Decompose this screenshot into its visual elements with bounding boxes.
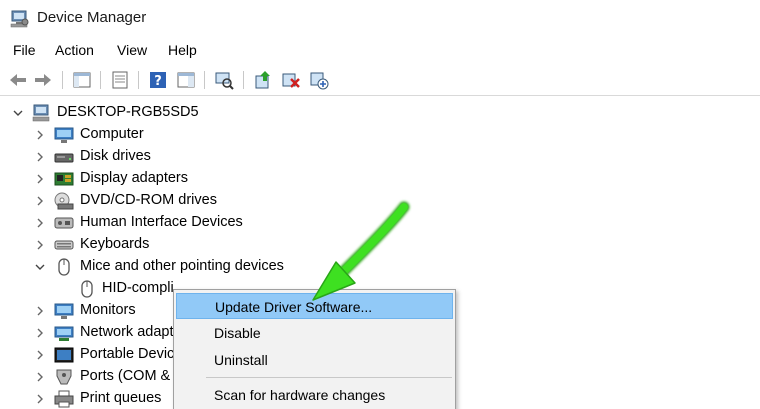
chevron-right-icon[interactable] [34,128,46,140]
show-hide-console-tree-icon[interactable] [72,70,92,90]
chevron-right-icon[interactable] [34,194,46,206]
help-icon[interactable]: ? [148,70,168,90]
menu-separator [206,377,452,378]
update-driver-icon[interactable] [253,70,273,90]
tree-item-label: Network adapt [80,324,174,340]
menu-action[interactable]: Action [55,42,94,58]
forward-icon[interactable] [33,70,53,90]
menu-view[interactable]: View [117,42,147,58]
svg-text:?: ? [154,74,162,89]
menu-item-scan-hardware[interactable]: Scan for hardware changes [176,382,453,408]
menu-item-disable[interactable]: Disable [176,320,453,346]
window-title: Device Manager [37,9,147,26]
toolbar-separator [138,71,139,89]
computer-icon [32,104,50,122]
tree-item-disk-drives[interactable]: Disk drives [0,146,760,168]
tree-item-dvd-drives[interactable]: DVD/CD-ROM drives [0,190,760,212]
tree-item-keyboards[interactable]: Keyboards [0,234,760,256]
tree-item-label: HID-compli [102,280,174,296]
dvd-drive-icon [54,192,74,210]
chevron-down-icon[interactable] [34,260,46,272]
device-manager-icon [10,10,30,31]
tree-root-label: DESKTOP-RGB5SD5 [57,104,199,120]
scan-hardware-icon[interactable] [214,70,234,90]
mouse-icon [55,258,73,276]
menu-item-label: Disable [214,325,261,341]
menu-item-label: Update Driver Software... [215,299,373,315]
portable-device-icon [54,346,74,364]
network-adapter-icon [54,324,74,342]
tree-item-label: Disk drives [80,148,151,164]
chevron-right-icon[interactable] [34,348,46,360]
menu-item-label: Scan for hardware changes [214,387,386,403]
mouse-icon [78,280,96,298]
toolbar-separator [100,71,101,89]
context-menu: Update Driver Software... Disable Uninst… [173,289,456,409]
menu-item-uninstall[interactable]: Uninstall [176,347,453,373]
toolbar-separator [62,71,63,89]
port-icon [54,368,72,386]
tree-item-label: Human Interface Devices [80,214,243,230]
tree-item-label: Portable Devic [80,346,175,362]
monitor-icon [54,126,74,144]
chevron-right-icon[interactable] [34,150,46,162]
toolbar-separator [204,71,205,89]
chevron-right-icon[interactable] [34,370,46,382]
menu-bar: File Action View Help [0,38,760,64]
tree-item-label: Monitors [80,302,136,318]
disk-drive-icon [54,148,74,166]
chevron-right-icon[interactable] [34,172,46,184]
tree-item-label: Keyboards [80,236,150,252]
menu-item-label: Uninstall [214,352,268,368]
menu-help[interactable]: Help [168,42,197,58]
monitor-icon [54,302,74,320]
toolbar: ? [0,64,760,96]
tree-item-mice[interactable]: Mice and other pointing devices [0,256,760,278]
tree-item-label: Display adapters [80,170,188,186]
add-legacy-hardware-icon[interactable] [309,70,329,90]
chevron-down-icon[interactable] [12,106,24,118]
tree-item-human-interface-devices[interactable]: Human Interface Devices [0,212,760,234]
tree-item-label: Mice and other pointing devices [80,258,284,274]
menu-file[interactable]: File [13,42,36,58]
tree-item-label: Computer [80,126,144,142]
properties-icon[interactable] [110,70,130,90]
tree-item-computer[interactable]: Computer [0,124,760,146]
keyboard-icon [54,236,74,254]
chevron-right-icon[interactable] [34,392,46,404]
menu-item-update-driver[interactable]: Update Driver Software... [176,293,453,319]
chevron-right-icon[interactable] [34,304,46,316]
display-adapter-icon [54,170,74,188]
tree-item-label: Print queues [80,390,162,406]
tree-item-display-adapters[interactable]: Display adapters [0,168,760,190]
back-icon[interactable] [8,70,28,90]
tree-item-label: Ports (COM & [80,368,171,384]
title-bar: Device Manager [0,0,760,38]
printer-icon [54,390,74,408]
action-pane-icon[interactable] [176,70,196,90]
chevron-right-icon[interactable] [34,326,46,338]
hid-icon [54,214,74,232]
uninstall-device-icon[interactable] [281,70,301,90]
tree-item-label: DVD/CD-ROM drives [80,192,217,208]
chevron-right-icon[interactable] [34,238,46,250]
chevron-right-icon[interactable] [34,216,46,228]
tree-root[interactable]: DESKTOP-RGB5SD5 [0,102,760,124]
toolbar-separator [243,71,244,89]
